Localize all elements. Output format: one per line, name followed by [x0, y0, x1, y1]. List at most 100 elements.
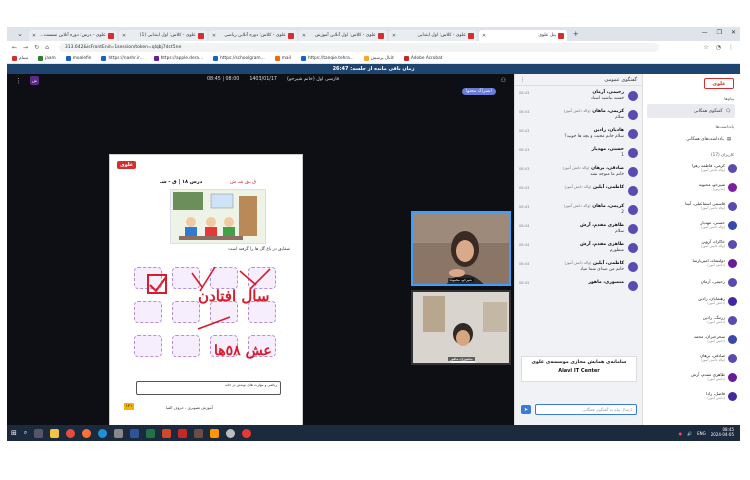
chat-text: سلام: [615, 115, 624, 120]
powerpoint-icon[interactable]: [162, 428, 172, 438]
settings-icon[interactable]: [114, 428, 124, 438]
public-chat-button[interactable]: گفتگوی همگانی 🗨: [647, 104, 735, 118]
bookmark-item[interactable]: کانال پرسش: [363, 56, 394, 61]
participant-avatar: [728, 259, 737, 268]
chat-sender-name: صادقی، برهان: [591, 166, 624, 171]
maximize-button[interactable]: ❐: [717, 29, 722, 36]
tab-close-icon[interactable]: ✕: [122, 33, 126, 39]
browser-tab-bar: ⌄ علوی - درس: دوره آنلاین نشست... ✕ علوی -…: [7, 27, 740, 41]
back-icon[interactable]: ←: [12, 44, 17, 51]
tab-close-icon[interactable]: ✕: [302, 33, 306, 39]
tab-close-icon[interactable]: ✕: [392, 33, 396, 39]
chat-sender: منصوری، ماهور: [519, 279, 624, 285]
edge-icon[interactable]: [98, 428, 108, 438]
browser-tab[interactable]: علوی - کلاس: دوره آنلاین ریاضی ✕: [208, 30, 297, 41]
bookmark-favicon: [12, 56, 17, 61]
participant-item[interactable]: فاضل، رادا (دانش آموز): [647, 390, 737, 403]
shared-notes-button[interactable]: یادداشت‌های همگانی ▤: [647, 132, 735, 146]
bookmark-label: https://nashr.ir...: [108, 56, 144, 61]
chat-message: منصوری، ماهور 08:45: [519, 279, 638, 295]
excel-icon[interactable]: [146, 428, 156, 438]
search-icon[interactable]: ⌕: [24, 429, 27, 437]
bookmark-item[interactable]: jaam: [38, 56, 56, 61]
acrobat-icon[interactable]: [178, 428, 188, 438]
participant-item[interactable]: شیرخو، محبوبه (مدرس): [647, 181, 737, 194]
task-view-icon[interactable]: [34, 428, 44, 438]
bookmark-item[interactable]: Adobe Acrobat: [403, 56, 442, 61]
browser-tab[interactable]: پنل علوی ✕: [478, 30, 567, 41]
browser-tab[interactable]: علوی - درس: دوره آنلاین نشست... ✕: [28, 30, 117, 41]
chat-time: 08:44: [519, 224, 530, 228]
minimize-button[interactable]: —: [702, 29, 708, 36]
participant-item[interactable]: رهنمایان، رادین (دانش آموز): [647, 295, 737, 308]
bookmark-favicon: [300, 56, 306, 61]
browser-tab[interactable]: علوی - کلاس: اول ابتدایی ✕: [388, 30, 477, 41]
app-icon-1[interactable]: [194, 428, 204, 438]
chat-sender: طاهری مقدم، آرش: [519, 222, 624, 228]
users-toggle-icon[interactable]: ⚇: [501, 77, 506, 84]
chat-sender: هادیان، رادین: [519, 127, 624, 133]
content-share-badge[interactable]: اشتراک محتوا: [462, 88, 496, 95]
browser-tab[interactable]: علوی - کلاس: اول آنلاین آموزش ✕: [298, 30, 387, 41]
participant-item[interactable]: رحیمی، آرمان: [647, 276, 737, 289]
tab-favicon: [287, 32, 294, 39]
participant-item[interactable]: زرتنگ، رادین (دانش آموز): [647, 314, 737, 327]
tab-close-icon[interactable]: ✕: [32, 33, 36, 39]
bookmark-star-icon[interactable]: ☆: [703, 44, 708, 51]
app-icon-2[interactable]: [210, 428, 220, 438]
bookmark-item[interactable]: https://nashr.ir...: [101, 56, 144, 61]
chat-time: 08:43: [519, 129, 530, 133]
participant-item[interactable]: طاهری مقدم، آرش (دانش آموز): [647, 371, 737, 384]
participant-item[interactable]: حسنی، مهدیار (والد دانش آموز): [647, 219, 737, 232]
app-icon-3[interactable]: [226, 428, 236, 438]
send-icon[interactable]: ➤: [521, 405, 531, 414]
bookmark-item[interactable]: https://apple.dera...: [153, 56, 203, 61]
bookmark-favicon: [213, 56, 219, 61]
chat-menu-icon[interactable]: ⋮: [520, 77, 525, 83]
stage-menu-icon[interactable]: ⋮: [15, 77, 22, 85]
chat-input[interactable]: ارسال پیام به گفتگوی همگانی: [535, 404, 637, 415]
bookmark-item[interactable]: https://schoolgram...: [213, 56, 265, 61]
volume-icon[interactable]: 🔊: [687, 431, 692, 436]
chat-text: سلام خانم محبت و بچه ها خوبید؟: [564, 134, 624, 139]
participant-role: (دانش آموز): [707, 319, 725, 324]
bookmark-item[interactable]: ثبتنام: [12, 56, 28, 61]
browser-tab[interactable]: علوی - کلاس: اول ابتدایی (1) ✕: [118, 30, 207, 41]
home-icon[interactable]: ⌂: [45, 44, 49, 51]
participant-item[interactable]: دولتشاه، امیرپارسا (دانش آموز): [647, 257, 737, 270]
tab-search-icon[interactable]: ⌄: [17, 30, 23, 38]
forward-icon[interactable]: →: [23, 44, 28, 51]
teacher-webcam[interactable]: شیرخو، محبوبه: [411, 211, 511, 286]
firefox-icon[interactable]: [82, 428, 92, 438]
participant-item[interactable]: خاکزاد، آروین (والد دانش آموز): [647, 238, 737, 251]
new-tab-button[interactable]: +: [573, 30, 579, 38]
file-explorer-icon[interactable]: [50, 428, 60, 438]
chat-time: 08:43: [519, 205, 530, 209]
close-window-button[interactable]: ✕: [731, 29, 736, 36]
student-webcam[interactable]: منصوری، ماهور: [411, 290, 511, 365]
bookmark-item[interactable]: https://tanqie.tehra...: [300, 56, 354, 61]
extensions-icon[interactable]: ◔: [716, 44, 721, 51]
bookmark-item[interactable]: mail: [274, 56, 291, 61]
app-icon-4[interactable]: [242, 428, 252, 438]
tray-app-icon[interactable]: ●: [679, 431, 683, 436]
url-field[interactable]: 313.642&isFrontEnd=1session/token=qlqbj7…: [58, 43, 659, 52]
participant-item[interactable]: صادقی، برهان (والد دانش آموز): [647, 352, 737, 365]
bookmark-item[interactable]: moalefin: [65, 56, 91, 61]
word-icon[interactable]: [130, 428, 140, 438]
windows-start-icon[interactable]: ⊞: [11, 429, 17, 437]
clock[interactable]: 08:45 2024-04-05: [711, 427, 734, 438]
participant-avatar: [728, 278, 737, 287]
participant-item[interactable]: قاسمی اسماعیلی، آنیتا (والد دانش آموز): [647, 200, 737, 213]
chat-time: 08:43: [519, 148, 530, 152]
browser-menu-icon[interactable]: ⋮: [728, 44, 734, 51]
participant-item[interactable]: کرمی، فاطمه زهرا (والد دانش آموز): [647, 162, 737, 175]
tab-close-icon[interactable]: ✕: [212, 33, 216, 39]
language-indicator[interactable]: ENG: [697, 431, 706, 436]
bookmark-label: ثبتنام: [19, 56, 29, 61]
tab-close-icon[interactable]: ✕: [482, 33, 486, 39]
chat-avatar: [628, 91, 638, 101]
reload-icon[interactable]: ↻: [34, 44, 39, 51]
participant-item[interactable]: سحرخیزان، محمد (دانش آموز): [647, 333, 737, 346]
chrome-icon[interactable]: [66, 428, 76, 438]
